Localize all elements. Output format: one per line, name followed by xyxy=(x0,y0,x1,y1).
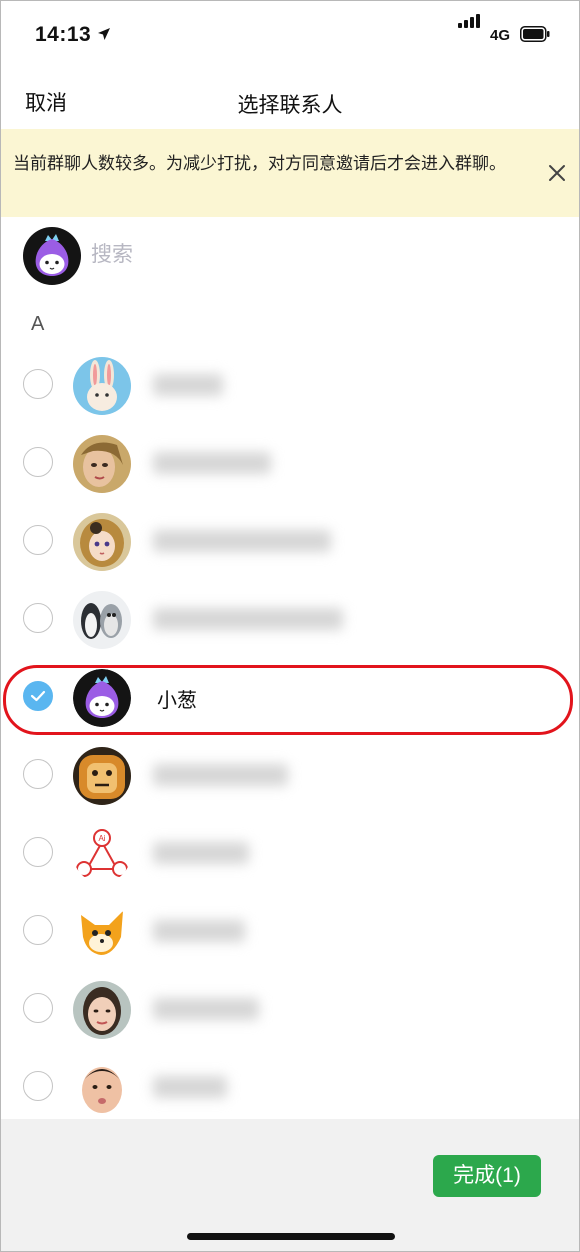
penguins-avatar xyxy=(73,591,131,649)
svg-text:Ai: Ai xyxy=(98,834,105,843)
contact-list: 小葱 Ai xyxy=(1,346,579,1126)
checkmark-circle-icon[interactable] xyxy=(23,681,53,711)
contact-name xyxy=(153,608,343,630)
anime-girl-avatar xyxy=(73,513,131,571)
contact-row[interactable] xyxy=(1,1048,579,1126)
contact-name xyxy=(153,998,259,1020)
contact-row[interactable] xyxy=(1,892,579,970)
radio-circle-icon[interactable] xyxy=(23,369,53,399)
contact-row[interactable] xyxy=(1,346,579,424)
bunny-avatar xyxy=(73,357,131,415)
battery-icon xyxy=(520,26,550,42)
contact-row[interactable] xyxy=(1,502,579,580)
status-time: 14:13 xyxy=(35,23,92,46)
contact-row[interactable] xyxy=(1,736,579,814)
invite-notice-banner: 当前群聊人数较多。为减少打扰，对方同意邀请后才会进入群聊。 xyxy=(1,129,579,217)
section-index-letter: A xyxy=(31,313,45,335)
radio-circle-icon[interactable] xyxy=(23,1071,53,1101)
contact-name: 小葱 xyxy=(157,690,197,712)
close-icon[interactable] xyxy=(547,163,567,183)
contact-row-selected[interactable]: 小葱 xyxy=(1,658,579,736)
contact-name xyxy=(153,1076,227,1098)
onion-mascot-avatar xyxy=(73,669,131,727)
lion-avatar xyxy=(73,747,131,805)
radio-circle-icon[interactable] xyxy=(23,447,53,477)
navigation-bar: 取消 选择联系人 xyxy=(1,71,579,129)
contact-picker-screen: 14:13 4G 取消 选择联系人 当前群聊人数较多。为减少打扰，对方同意邀请后… xyxy=(0,0,580,1252)
bottom-action-bar: 完成(1) xyxy=(1,1119,579,1251)
search-bar xyxy=(1,217,579,297)
ai-logo-avatar: Ai xyxy=(73,825,131,883)
page-title: 选择联系人 xyxy=(237,94,343,117)
radio-circle-icon[interactable] xyxy=(23,915,53,945)
contact-row[interactable] xyxy=(1,424,579,502)
contact-row[interactable]: Ai xyxy=(1,814,579,892)
contact-row[interactable] xyxy=(1,970,579,1048)
contact-name xyxy=(153,374,223,396)
contact-name xyxy=(153,530,331,552)
done-button[interactable]: 完成(1) xyxy=(433,1155,541,1197)
home-indicator xyxy=(187,1233,395,1240)
doll-avatar xyxy=(73,435,131,493)
network-type: 4G xyxy=(490,27,511,44)
fox-avatar xyxy=(73,903,131,961)
radio-circle-icon[interactable] xyxy=(23,837,53,867)
location-arrow-icon xyxy=(98,28,110,40)
radio-circle-icon[interactable] xyxy=(23,603,53,633)
radio-circle-icon[interactable] xyxy=(23,993,53,1023)
baby-photo-avatar xyxy=(73,1059,131,1117)
woman-photo-avatar xyxy=(73,981,131,1039)
status-bar: 14:13 4G xyxy=(1,1,579,71)
contact-name xyxy=(153,920,245,942)
contact-name xyxy=(153,842,249,864)
radio-circle-icon[interactable] xyxy=(23,759,53,789)
search-input[interactable] xyxy=(91,237,551,273)
contact-name xyxy=(153,452,271,474)
onion-mascot-avatar-icon xyxy=(23,227,81,285)
contact-row[interactable] xyxy=(1,580,579,658)
radio-circle-icon[interactable] xyxy=(23,525,53,555)
notice-text: 当前群聊人数较多。为减少打扰，对方同意邀请后才会进入群聊。 xyxy=(13,154,506,173)
contact-name xyxy=(153,764,288,786)
